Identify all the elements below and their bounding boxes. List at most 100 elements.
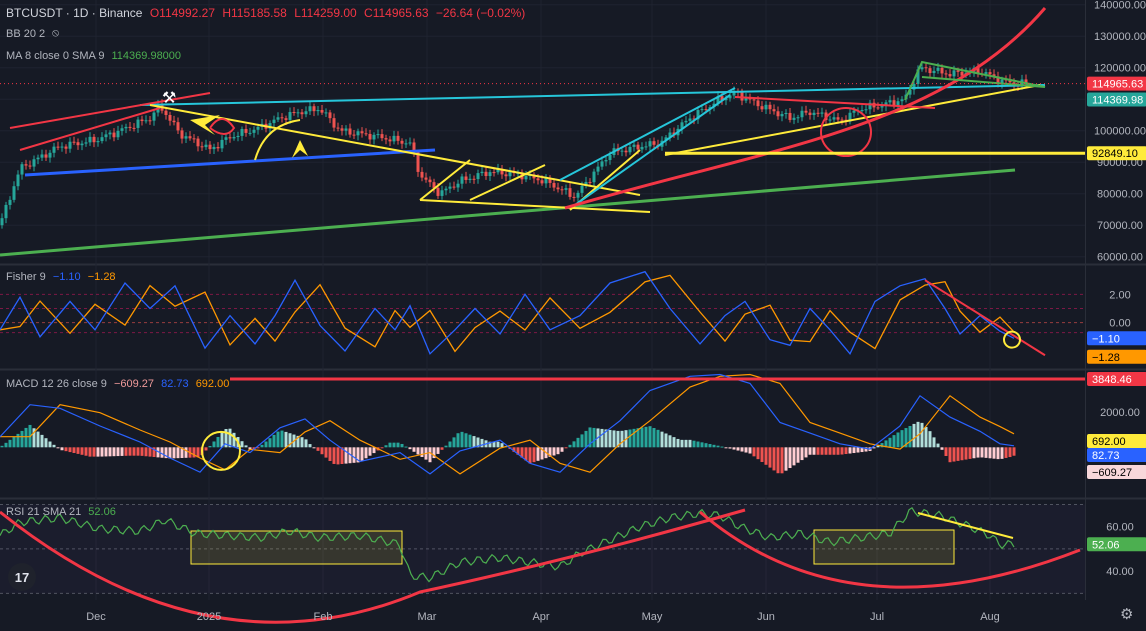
candle-body <box>324 112 328 114</box>
channel-line-cyan-upper[interactable] <box>559 87 736 181</box>
macd-histogram-bar <box>736 447 740 451</box>
macd-histogram-bar <box>116 447 120 457</box>
candle-body <box>64 146 68 149</box>
tradingview-logo[interactable]: 17 <box>8 563 36 591</box>
macd-histogram-bar <box>652 428 656 448</box>
candle-body <box>396 135 400 141</box>
parabolic-curve-red[interactable] <box>564 7 1047 210</box>
macd-histogram-bar <box>912 423 916 448</box>
candle-body <box>52 146 56 153</box>
highlight-circle-red[interactable] <box>820 107 872 157</box>
symbol-label[interactable]: BTCUSDT · 1D · Binance <box>6 6 142 20</box>
macd-histogram-bar <box>384 445 388 448</box>
macd-histogram-bar <box>776 447 780 474</box>
gear-icon[interactable]: ⚙ <box>1120 605 1133 623</box>
fisher-label[interactable]: Fisher 9 <box>6 271 46 283</box>
macd-histogram-bar <box>1004 447 1008 458</box>
macd-histogram-bar <box>88 447 92 457</box>
candle-body <box>524 176 528 180</box>
candle-body <box>184 136 188 139</box>
macd-histogram-bar <box>792 447 796 466</box>
resistance-trendline-cyan[interactable] <box>139 84 1046 106</box>
loop-red[interactable] <box>209 118 236 135</box>
candle-body <box>304 111 308 115</box>
macd-histogram-bar <box>276 431 280 448</box>
candle-body <box>148 120 152 122</box>
candle-body <box>488 172 492 177</box>
macd-histogram-bar <box>724 447 728 449</box>
macd-histogram-bar <box>592 427 596 448</box>
candle-body <box>604 160 608 162</box>
rsi-pane[interactable] <box>0 503 1085 624</box>
macd-histogram-bar <box>940 447 944 450</box>
candle-body <box>688 118 692 121</box>
candle-body <box>808 112 812 115</box>
macd-histogram-bar <box>52 444 56 448</box>
axis-tick-label: 140000.00 <box>1094 0 1146 12</box>
price-axis[interactable]: 140000.00130000.00120000.00110000.001000… <box>1087 0 1146 578</box>
macd-histogram-bar <box>732 447 736 450</box>
macd-histogram-bar <box>844 447 848 455</box>
time-tick-label: Feb <box>314 611 333 623</box>
candle-body <box>840 119 844 121</box>
macd-histogram-bar <box>204 447 208 451</box>
candle-body <box>328 112 332 119</box>
candle-body <box>876 107 880 109</box>
fisher-pane[interactable] <box>0 270 1085 357</box>
candle-body <box>492 172 496 174</box>
axis-tick-label: 130000.00 <box>1094 31 1146 43</box>
macd-histogram-bar <box>920 422 924 448</box>
candle-body <box>956 70 960 72</box>
macd-histogram-bar <box>368 447 372 456</box>
hammer-icon[interactable]: ⚒ <box>162 88 176 107</box>
time-tick-label: Apr <box>532 611 549 623</box>
fisher-trendline-red[interactable] <box>924 279 1046 357</box>
candle-body <box>152 112 156 121</box>
candle-body <box>552 182 556 188</box>
macd-histogram-bar <box>380 447 384 449</box>
eye-off-icon[interactable]: ⦸ <box>52 27 59 40</box>
macd-histogram-bar <box>4 442 8 448</box>
macd-histogram-bar <box>620 430 624 448</box>
rsi-range-box-right[interactable] <box>813 529 955 565</box>
arrow-yellow[interactable] <box>292 140 308 158</box>
macd-label[interactable]: MACD 12 26 close 9 <box>6 378 107 390</box>
time-tick-label: Aug <box>980 611 1000 623</box>
candle-body <box>360 131 364 134</box>
trading-chart[interactable]: ⚒ 140000.00130000.00120000.00110000.0010… <box>0 0 1146 631</box>
candle-body <box>984 72 988 74</box>
candle-body <box>376 134 380 136</box>
macd-histogram-bar <box>816 447 820 455</box>
macd-histogram-bar <box>264 441 268 448</box>
candle-body <box>116 130 120 138</box>
ma-indicator-label[interactable]: MA 8 close 0 SMA 9 <box>6 50 104 62</box>
macd-histogram-bar <box>672 437 676 448</box>
low-value: L114259.00 <box>294 6 357 20</box>
axis-tick-label: 2.00 <box>1109 289 1130 301</box>
price-pane[interactable]: ⚒ <box>0 4 1085 258</box>
candle-body <box>188 136 192 139</box>
candle-body <box>48 152 52 158</box>
fisher-line[interactable] <box>0 270 1015 355</box>
rsi-label[interactable]: RSI 21 SMA 21 <box>6 506 81 518</box>
macd-histogram-bar <box>796 447 800 463</box>
candle-body <box>420 171 424 178</box>
macd-histogram-bar <box>712 444 716 448</box>
candle-body <box>480 171 484 174</box>
fisher-signal-line[interactable] <box>0 274 1015 353</box>
macd-histogram-bar <box>720 446 724 448</box>
macd-histogram-bar <box>976 447 980 458</box>
macd-histogram-bar <box>812 447 816 455</box>
candle-body <box>332 118 336 128</box>
macd-histogram-bar <box>328 447 332 461</box>
macd-histogram-bar <box>104 447 108 457</box>
candle-body <box>556 187 560 190</box>
candle-body <box>276 117 280 120</box>
macd-histogram-bar <box>280 430 284 448</box>
macd-histogram-bar <box>48 441 52 448</box>
macd-histogram-bar <box>664 433 668 448</box>
macd-histogram-bar <box>824 447 828 455</box>
macd-histogram-bar <box>628 429 632 448</box>
candle-body <box>836 117 840 120</box>
bb-indicator-label[interactable]: BB 20 2 <box>6 28 45 40</box>
